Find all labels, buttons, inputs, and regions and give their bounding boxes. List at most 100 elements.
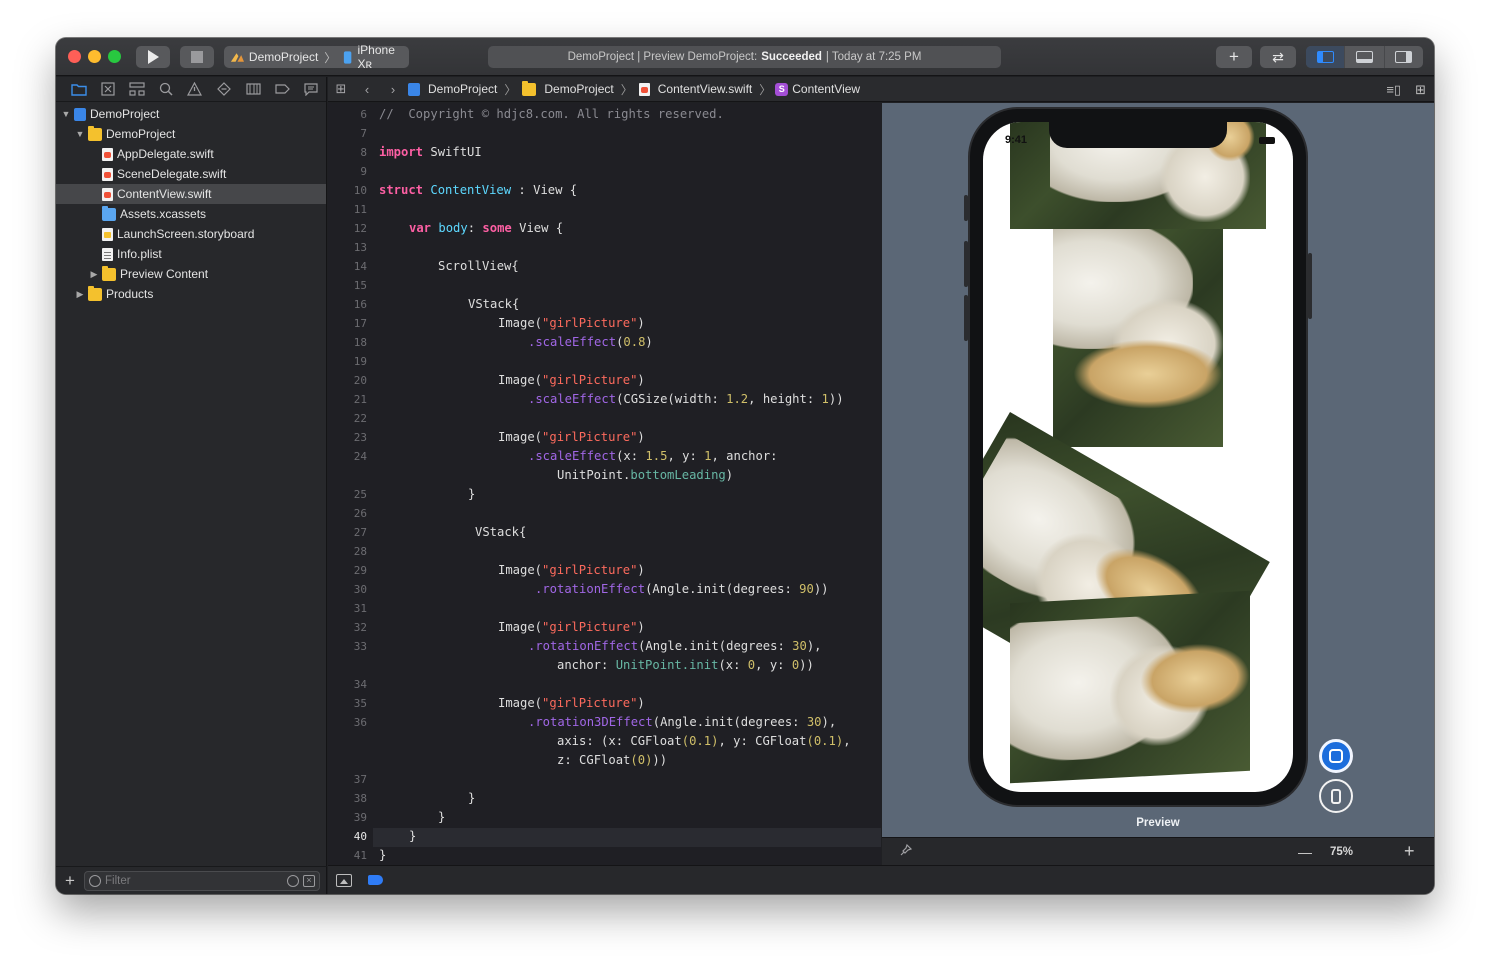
disclosure-open-icon[interactable]: ▼ [74,129,86,139]
tree-row-label: Products [106,287,154,301]
tree-row-group-demoproject[interactable]: ▼ DemoProject [56,124,326,144]
tree-row-infoplist[interactable]: Info.plist [56,244,326,264]
debug-gauges-icon[interactable] [239,77,268,102]
line-number: 13 [353,241,367,254]
zoom-level[interactable]: 75% [1330,846,1353,858]
line-number: 40 [353,830,367,843]
line-number: 14 [353,260,367,273]
line-number: 29 [353,564,367,577]
pin-icon[interactable] [900,843,913,859]
folder-icon[interactable] [64,77,93,102]
folder-icon [102,265,116,281]
recent-files-icon[interactable] [287,874,299,887]
code-line-10: struct ContentView : View { [379,183,578,197]
tree-row-label: Preview Content [120,267,209,281]
source-control-icon[interactable] [93,77,122,102]
report-icon[interactable] [297,77,326,102]
breadcrumb-chevron-icon: 〉 [504,82,517,97]
swift-file-icon [102,187,113,201]
filter-field[interactable]: Filter × [84,870,320,891]
zoom-out-button[interactable]: — [1298,844,1312,860]
tree-row-scenedelegate[interactable]: SceneDelegate.swift [56,164,326,184]
asset-catalog-icon [102,205,116,221]
tree-row-launchscreen[interactable]: LaunchScreen.storyboard [56,224,326,244]
related-items-icon[interactable]: ⊞ [328,81,354,97]
live-preview-icon [1329,749,1343,763]
line-number: 34 [353,678,367,691]
source-control-filter-icon[interactable]: × [303,874,315,887]
warning-icon[interactable] [180,77,209,102]
device-icon [344,50,352,64]
toggle-inspector-button[interactable] [1385,46,1423,68]
breakpoints-toggle-icon[interactable] [368,875,383,885]
line-number: 10 [353,184,367,197]
line-number: 36 [353,716,367,729]
code-review-button[interactable]: ⇄ [1260,46,1296,68]
disclosure-closed-icon[interactable]: ▶ [74,289,86,300]
minimize-window-button[interactable] [88,50,101,63]
preview-on-device-button[interactable] [1319,779,1353,813]
zoom-window-button[interactable] [108,50,121,63]
bottom-panel-icon [1355,51,1373,63]
toggle-navigator-button[interactable] [1306,46,1346,68]
breadcrumb-file[interactable]: ContentView.swift 〉 [637,81,771,98]
code-line-12: var body: some View { [409,221,564,235]
source-editor[interactable]: 6 7 8 9 10 11 12 13 14 15 16 17 18 19 20 21 22 23 24 25 26 27… [328,103,881,865]
girl-picture-5 [1010,590,1250,784]
scheme-selector[interactable]: DemoProject 〉 iPhone Xʀ [224,43,409,71]
device-frame: 9:41 [968,107,1308,807]
code-line-16: VStack{ [468,297,520,311]
breadcrumb-project[interactable]: DemoProject 〉 [406,81,516,98]
preview-canvas[interactable]: 9:41 Preview [882,103,1434,865]
line-number: 20 [353,374,367,387]
toggle-debug-area-button[interactable] [1345,46,1385,68]
run-button[interactable] [136,46,170,68]
tree-row-project-root[interactable]: ▼ DemoProject [56,104,326,124]
code-line-33-cont: anchor: UnitPoint.init(x: 0, y: 0)) [557,658,814,672]
back-arrow-icon[interactable]: ‹ [354,82,380,97]
tree-row-label: DemoProject [90,107,160,121]
library-button[interactable]: + [1216,46,1252,68]
tree-row-label: DemoProject [106,127,176,141]
navigator-selector-bar [56,77,326,102]
tree-row-contentview[interactable]: ContentView.swift [56,184,326,204]
minimap-image-icon[interactable] [336,873,352,887]
breadcrumb-label: DemoProject [428,82,498,96]
tree-row-assets[interactable]: Assets.xcassets [56,204,326,224]
tree-row-preview-content[interactable]: ▶ Preview Content [56,264,326,284]
preview-label: Preview [1136,817,1180,829]
preview-footer: — 75% + [882,837,1434,865]
forward-arrow-icon[interactable]: › [380,82,406,97]
disclosure-closed-icon[interactable]: ▶ [88,269,100,280]
tree-row-products[interactable]: ▶ Products [56,284,326,304]
tree-row-appdelegate[interactable]: AppDelegate.swift [56,144,326,164]
code-line-24: .scaleEffect(x: 1.5, y: 1, anchor: [528,449,778,463]
add-file-button[interactable]: + [56,871,84,891]
code-line-36-cont: axis: (x: CGFloat(0.1), y: CGFloat(0.1), [557,734,851,748]
symbol-hierarchy-icon[interactable] [122,77,151,102]
play-icon [148,50,159,64]
stop-button[interactable] [180,46,214,68]
swift-file-icon [638,82,650,96]
editor-options-icon[interactable]: ≡▯ [1386,82,1401,98]
folder-icon [522,80,537,96]
breakpoint-icon[interactable] [268,77,297,102]
project-file-icon [74,107,86,121]
live-preview-button[interactable] [1319,739,1353,773]
breadcrumb-symbol[interactable]: S ContentView [775,82,860,96]
activity-status-bar[interactable]: DemoProject | Preview DemoProject: Succe… [488,46,1001,68]
breadcrumb-group[interactable]: DemoProject 〉 [520,80,633,98]
code-line-36: .rotation3DEffect(Angle.init(degrees: 30… [528,715,837,729]
search-icon[interactable] [151,77,180,102]
device-screen: 9:41 [983,122,1293,792]
toolbar: DemoProject 〉 iPhone Xʀ DemoProject | Pr… [56,38,1434,76]
disclosure-open-icon[interactable]: ▼ [60,109,72,119]
add-editor-icon[interactable]: ⊞ [1415,82,1426,98]
line-number: 39 [353,811,367,824]
line-number: 37 [353,773,367,786]
zoom-in-button[interactable]: + [1404,841,1415,862]
close-window-button[interactable] [68,50,81,63]
status-suffix: | Today at 7:25 PM [825,51,922,63]
test-diamond-icon[interactable] [210,77,239,102]
jump-bar: ⊞ ‹ › DemoProject 〉 DemoProject 〉 ContentV… [328,77,1434,102]
